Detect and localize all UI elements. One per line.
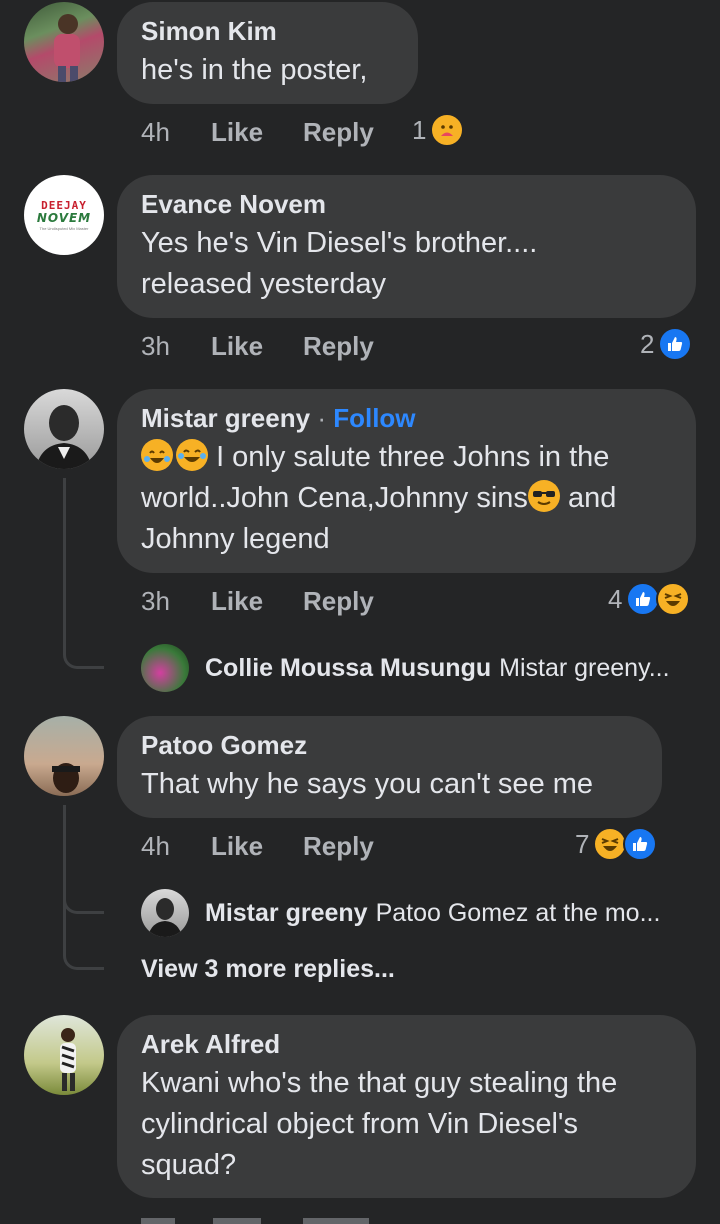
avatar-evance-novem[interactable]: DEEJAY NOVEM The Undisputed Mix Master: [24, 175, 104, 255]
like-button[interactable]: Like: [211, 831, 303, 862]
comment-text: I only salute three Johns in the: [216, 441, 610, 473]
comment-text-line: Johnny legend: [141, 523, 330, 555]
reaction-summary[interactable]: 2: [640, 327, 693, 361]
reply-button[interactable]: Reply: [303, 331, 374, 362]
comment-author[interactable]: Mistar greeny: [141, 403, 310, 433]
comment-time[interactable]: 3h: [141, 331, 211, 362]
like-button[interactable]: Like: [211, 331, 303, 362]
smiling-cat-with-tears-emoji-icon: [141, 439, 173, 471]
reaction-summary[interactable]: 7: [575, 827, 658, 861]
thread-connector: [63, 640, 104, 669]
reaction-count: 2: [640, 328, 655, 359]
comment-text: That why he says you can't see me: [141, 768, 594, 800]
comment-author[interactable]: Patoo Gomez: [141, 728, 638, 762]
comment-bubble[interactable]: Arek Alfred Kwani who's the that guy ste…: [117, 1015, 696, 1198]
reaction-count: 7: [575, 828, 590, 859]
like-reaction-icon: [623, 827, 658, 861]
comment-author[interactable]: Evance Novem: [141, 187, 672, 221]
reaction-count: 1: [412, 114, 427, 145]
comment-text-line: Kwani who's the that guy stealing the: [141, 1067, 618, 1099]
tears-of-joy-emoji-icon: [176, 439, 208, 471]
logo-tagline: The Undisputed Mix Master: [39, 226, 89, 231]
thread-line: [63, 478, 66, 648]
comment-text-line: Yes he's Vin Diesel's brother....: [141, 227, 538, 259]
comment-actions: 3h Like Reply: [141, 331, 374, 362]
thread-connector: [63, 941, 104, 970]
person-photo-icon: [148, 898, 182, 937]
like-reaction-icon: [626, 582, 661, 616]
reaction-summary[interactable]: 1: [412, 113, 465, 147]
comment-time[interactable]: 4h: [141, 117, 211, 148]
comment-author[interactable]: Arek Alfred: [141, 1027, 672, 1061]
person-photo-icon: [52, 763, 80, 793]
avatar-patoo-gomez[interactable]: [24, 716, 104, 796]
comment-text: world..John Cena,Johnny sins: [141, 482, 528, 514]
next-comment-actions-cutoff: [141, 1214, 441, 1224]
reaction-count: 4: [608, 583, 623, 614]
reply-preview[interactable]: Mistar greeny Patoo Gomez at the mo...: [141, 889, 660, 937]
comment-text-line: world..John Cena,Johnny sins and: [141, 478, 672, 519]
reply-snippet: Mistar greeny...: [499, 653, 670, 682]
reaction-summary[interactable]: 4: [608, 582, 691, 616]
comment-author[interactable]: Simon Kim: [141, 14, 394, 48]
comment-bubble[interactable]: Patoo Gomez That why he says you can't s…: [117, 716, 662, 818]
avatar-mistar-greeny-small[interactable]: [141, 889, 189, 937]
reply-author[interactable]: Collie Moussa Musungu: [205, 654, 491, 683]
person-photo-icon: [54, 14, 80, 82]
reply-button[interactable]: Reply: [303, 586, 374, 617]
reply-author[interactable]: Mistar greeny: [205, 899, 368, 928]
comment-text-line: squad?: [141, 1149, 237, 1181]
reply-button[interactable]: Reply: [303, 831, 374, 862]
comment-text: and: [567, 482, 617, 514]
comment-bubble[interactable]: Simon Kim he's in the poster,: [117, 2, 418, 104]
comment-author-row: Mistar greeny · Follow: [141, 401, 672, 435]
comment-actions: 3h Like Reply: [141, 586, 374, 617]
comment-actions: 4h Like Reply: [141, 831, 374, 862]
like-button[interactable]: Like: [211, 586, 303, 617]
separator-dot: ·: [317, 403, 326, 433]
care-reaction-icon: [430, 113, 465, 147]
avatar-mistar-greeny[interactable]: [24, 389, 104, 469]
comment-text-line: I only salute three Johns in the: [141, 437, 672, 478]
avatar-arek-alfred[interactable]: [24, 1015, 104, 1095]
reply-button[interactable]: Reply: [303, 117, 374, 148]
like-reaction-icon: [658, 327, 693, 361]
reply-snippet: Patoo Gomez at the mo...: [375, 898, 661, 927]
logo-bottom-text: NOVEM: [36, 211, 92, 225]
thread-line: [63, 805, 66, 945]
sunglasses-emoji-icon: [527, 480, 560, 512]
comment-bubble[interactable]: Evance Novem Yes he's Vin Diesel's broth…: [117, 175, 696, 318]
like-button[interactable]: Like: [211, 117, 303, 148]
thread-connector: [63, 885, 104, 914]
reply-preview[interactable]: Collie Moussa Musungu Mistar greeny...: [141, 644, 670, 692]
haha-reaction-icon: [656, 582, 691, 616]
haha-reaction-icon: [593, 827, 628, 861]
comment-actions: 4h Like Reply: [141, 117, 374, 148]
person-photo-icon: [36, 405, 92, 469]
avatar-collie-moussa-musungu[interactable]: [141, 644, 189, 692]
person-photo-icon: [60, 1028, 76, 1091]
comment-bubble[interactable]: Mistar greeny · Follow I only salute thr…: [117, 389, 696, 573]
view-more-replies-link[interactable]: View 3 more replies...: [141, 955, 395, 984]
comment-text-line: cylindrical object from Vin Diesel's: [141, 1108, 578, 1140]
comment-time[interactable]: 3h: [141, 586, 211, 617]
comment-time[interactable]: 4h: [141, 831, 211, 862]
comment-text-line: released yesterday: [141, 268, 387, 300]
follow-button[interactable]: Follow: [333, 403, 415, 433]
avatar-simon-kim[interactable]: [24, 2, 104, 82]
comment-text: he's in the poster,: [141, 54, 368, 86]
